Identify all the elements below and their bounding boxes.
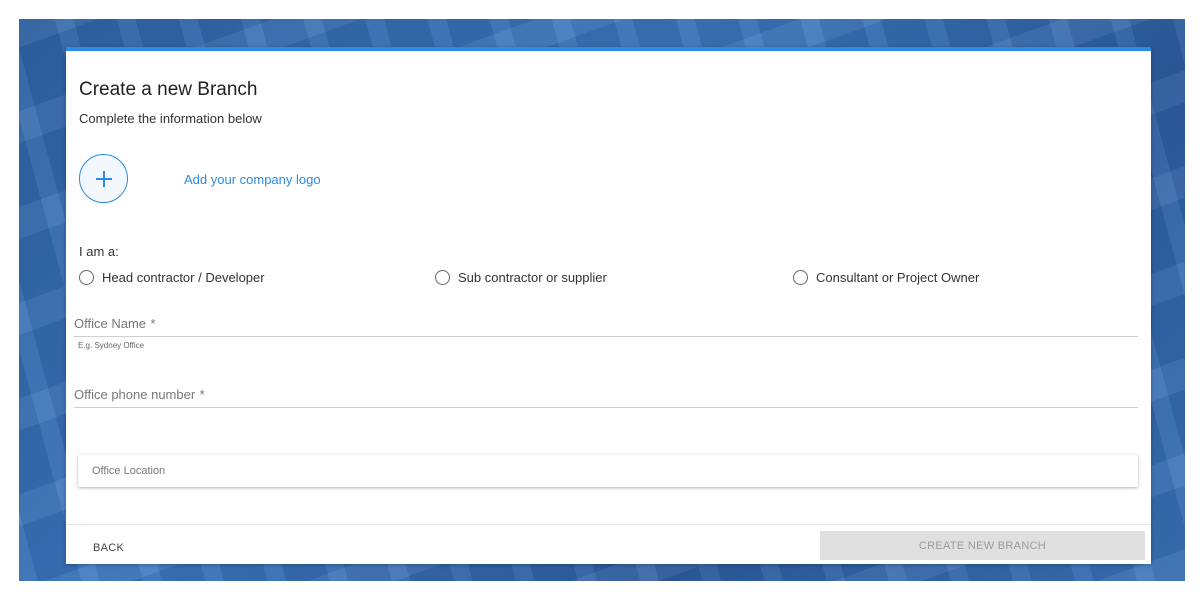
role-label: I am a:	[79, 244, 119, 259]
create-branch-button[interactable]: CREATE NEW BRANCH	[820, 531, 1145, 560]
role-option-head-contractor[interactable]: Head contractor / Developer	[79, 270, 265, 285]
office-name-label: Office Name	[74, 316, 147, 331]
required-mark: *	[199, 387, 205, 402]
add-logo-button[interactable]	[79, 154, 128, 203]
create-branch-card: Create a new Branch Complete the informa…	[66, 47, 1151, 564]
radio-circle[interactable]	[793, 270, 808, 285]
role-option-label: Head contractor / Developer	[102, 270, 265, 285]
radio-circle[interactable]	[435, 270, 450, 285]
radio-circle[interactable]	[79, 270, 94, 285]
office-phone-label: Office phone number	[74, 387, 196, 402]
page-title: Create a new Branch	[79, 79, 258, 100]
footer-divider	[66, 524, 1151, 525]
office-name-field[interactable]: Office Name *	[74, 315, 1138, 337]
add-logo-link[interactable]: Add your company logo	[184, 172, 321, 187]
role-option-consultant[interactable]: Consultant or Project Owner	[793, 270, 979, 285]
plus-icon	[95, 170, 112, 187]
office-name-hint: E.g. Sydney Office	[78, 341, 145, 350]
role-option-label: Consultant or Project Owner	[816, 270, 980, 285]
back-button[interactable]: BACK	[93, 542, 124, 554]
office-location-input[interactable]	[90, 464, 1138, 478]
required-mark: *	[150, 316, 156, 331]
role-option-label: Sub contractor or supplier	[458, 270, 607, 285]
page-subtitle: Complete the information below	[79, 111, 262, 126]
office-location-field[interactable]	[78, 455, 1138, 487]
office-phone-field[interactable]: Office phone number *	[74, 386, 1138, 408]
role-option-sub-contractor[interactable]: Sub contractor or supplier	[435, 270, 607, 285]
